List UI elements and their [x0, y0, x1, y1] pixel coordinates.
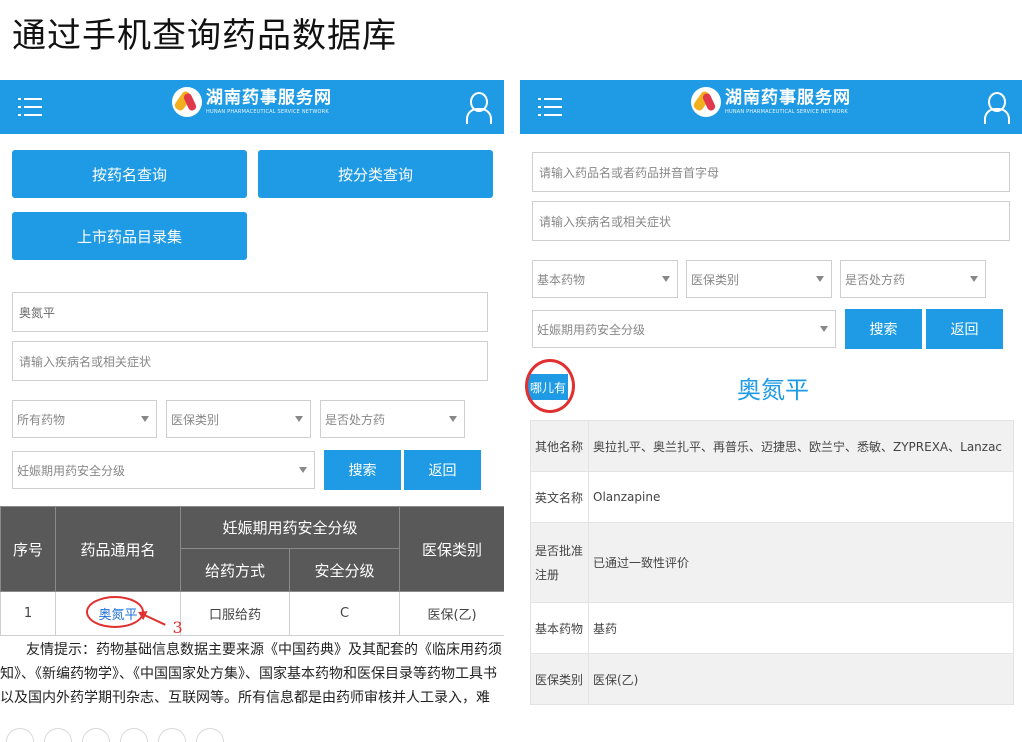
drug-name-input[interactable]: 请输入药品名或者药品拼音首字母 — [532, 152, 1010, 192]
cell-drug-name[interactable]: 奥氮平 3 — [55, 591, 183, 637]
column-header-insurance: 医保类别 — [399, 506, 504, 592]
drug-type-select[interactable]: 所有药物 — [12, 400, 157, 438]
user-icon[interactable] — [466, 92, 492, 124]
info-key: 其他名称 — [530, 420, 589, 472]
info-row: 是否批准注册 已通过一致性评价 — [530, 522, 1014, 603]
drug-results-table: 序号 药品通用名 妊娠期用药安全分级 医保类别 给药方式 安全分级 1 奥氮平 … — [0, 506, 504, 637]
search-by-category-button[interactable]: 按分类查询 — [258, 150, 493, 198]
toolbar-ghost-icon — [44, 728, 72, 742]
app-logo[interactable]: 湖南药事服务网 HUNAN PHARMACEUTICAL SERVICE NET… — [691, 87, 851, 117]
info-value: Olanzapine — [588, 471, 1014, 523]
info-row: 其他名称 奥拉扎平、奥兰扎平、再普乐、迈捷思、欧兰宁、悉敏、ZYPREXA、La… — [530, 420, 1014, 472]
info-value: 基药 — [588, 602, 1014, 654]
pregnancy-safety-select[interactable]: 妊娠期用药安全分级 — [12, 451, 315, 489]
select-value: 医保类别 — [691, 272, 740, 287]
drug-name-input[interactable]: 奥氮平 — [12, 292, 488, 332]
slide-title: 通过手机查询药品数据库 — [12, 16, 397, 56]
essential-drug-select[interactable]: 基本药物 — [532, 260, 678, 298]
left-phone-screen: 湖南药事服务网 HUNAN PHARMACEUTICAL SERVICE NET… — [0, 80, 504, 710]
column-header-index: 序号 — [0, 506, 56, 592]
app-name: 湖南药事服务网 — [725, 88, 851, 108]
prescription-select[interactable]: 是否处方药 — [840, 260, 986, 298]
select-value: 是否处方药 — [325, 412, 386, 427]
drug-info-table: 其他名称 奥拉扎平、奥兰扎平、再普乐、迈捷思、欧兰宁、悉敏、ZYPREXA、La… — [530, 420, 1014, 705]
column-header-safety: 安全分级 — [288, 548, 401, 592]
toolbar-ghost-icon — [196, 728, 224, 742]
table-row[interactable]: 1 奥氮平 3 口服给药 C 医保(乙) — [0, 591, 504, 637]
toolbar-ghost-icon — [82, 728, 110, 742]
app-subtitle: HUNAN PHARMACEUTICAL SERVICE NETWORK — [206, 109, 329, 115]
info-value: 奥拉扎平、奥兰扎平、再普乐、迈捷思、欧兰宁、悉敏、ZYPREXA、Lanzac — [588, 420, 1014, 472]
info-value: 医保(乙) — [588, 653, 1014, 705]
logo-mark-icon — [691, 87, 721, 117]
info-key: 医保类别 — [530, 653, 589, 705]
search-by-name-button[interactable]: 按药名查询 — [12, 150, 247, 198]
info-row: 英文名称 Olanzapine — [530, 471, 1014, 523]
symptom-input[interactable]: 请输入疾病名或相关症状 — [532, 201, 1010, 241]
cell-safety: C — [288, 591, 401, 636]
caret-down-icon — [820, 326, 828, 332]
drug-detail-title: 奥氮平 — [737, 376, 809, 404]
toolbar-ghost-icon — [6, 728, 34, 742]
info-value: 已通过一致性评价 — [588, 522, 1014, 603]
prescription-select[interactable]: 是否处方药 — [320, 400, 465, 438]
select-value: 妊娠期用药安全分级 — [537, 322, 646, 337]
pregnancy-safety-select[interactable]: 妊娠期用药安全分级 — [532, 310, 836, 348]
app-header: 湖南药事服务网 HUNAN PHARMACEUTICAL SERVICE NET… — [0, 80, 504, 134]
caret-down-icon — [970, 276, 978, 282]
column-header-drug-name: 药品通用名 — [55, 506, 181, 592]
drug-catalog-button[interactable]: 上市药品目录集 — [12, 212, 247, 260]
app-header: 湖南药事服务网 HUNAN PHARMACEUTICAL SERVICE NET… — [520, 80, 1022, 134]
right-phone-screen: 湖南药事服务网 HUNAN PHARMACEUTICAL SERVICE NET… — [520, 80, 1022, 712]
caret-down-icon — [449, 416, 457, 422]
back-button[interactable]: 返回 — [926, 309, 1003, 349]
info-key: 英文名称 — [530, 471, 589, 523]
toolbar-ghost-icon — [158, 728, 186, 742]
caret-down-icon — [141, 416, 149, 422]
cell-route: 口服给药 — [180, 591, 290, 636]
logo-mark-icon — [172, 87, 202, 117]
search-button[interactable]: 搜索 — [845, 309, 922, 349]
column-header-pregnancy-safety: 妊娠期用药安全分级 — [179, 506, 401, 549]
back-button[interactable]: 返回 — [404, 450, 481, 490]
cell-insurance: 医保(乙) — [399, 591, 504, 636]
caret-down-icon — [816, 276, 824, 282]
toolbar-ghost-icon — [120, 728, 148, 742]
app-subtitle: HUNAN PHARMACEUTICAL SERVICE NETWORK — [725, 109, 848, 115]
caret-down-icon — [662, 276, 670, 282]
info-row: 医保类别 医保(乙) — [530, 653, 1014, 705]
drug-name-link[interactable]: 奥氮平 3 — [86, 596, 183, 637]
select-value: 是否处方药 — [845, 272, 906, 287]
select-value: 基本药物 — [537, 272, 586, 287]
info-key: 是否批准注册 — [530, 522, 589, 603]
info-key: 基本药物 — [530, 602, 589, 654]
caret-down-icon — [295, 416, 303, 422]
menu-icon[interactable] — [18, 96, 42, 118]
highlight-circle — [86, 596, 145, 628]
app-name: 湖南药事服务网 — [206, 88, 332, 108]
column-header-route: 给药方式 — [180, 548, 290, 592]
step-number: 3 — [172, 618, 183, 637]
insurance-select[interactable]: 医保类别 — [686, 260, 832, 298]
caret-down-icon — [299, 467, 307, 473]
symptom-input[interactable]: 请输入疾病名或相关症状 — [12, 341, 488, 381]
highlight-circle — [525, 359, 575, 413]
insurance-select[interactable]: 医保类别 — [166, 400, 311, 438]
menu-icon[interactable] — [538, 96, 562, 118]
annotation-arrow-icon — [140, 612, 167, 626]
user-icon[interactable] — [984, 92, 1010, 124]
select-value: 医保类别 — [171, 412, 220, 427]
info-row: 基本药物 基药 — [530, 602, 1014, 654]
app-logo[interactable]: 湖南药事服务网 HUNAN PHARMACEUTICAL SERVICE NET… — [172, 87, 332, 117]
cell-index: 1 — [0, 591, 56, 636]
select-value: 妊娠期用药安全分级 — [17, 463, 126, 478]
friendly-tip: 友情提示：药物基础信息数据主要来源《中国药典》及其配套的《临床用药须知》、《新编… — [0, 642, 502, 706]
search-button[interactable]: 搜索 — [324, 450, 401, 490]
select-value: 所有药物 — [17, 412, 66, 427]
